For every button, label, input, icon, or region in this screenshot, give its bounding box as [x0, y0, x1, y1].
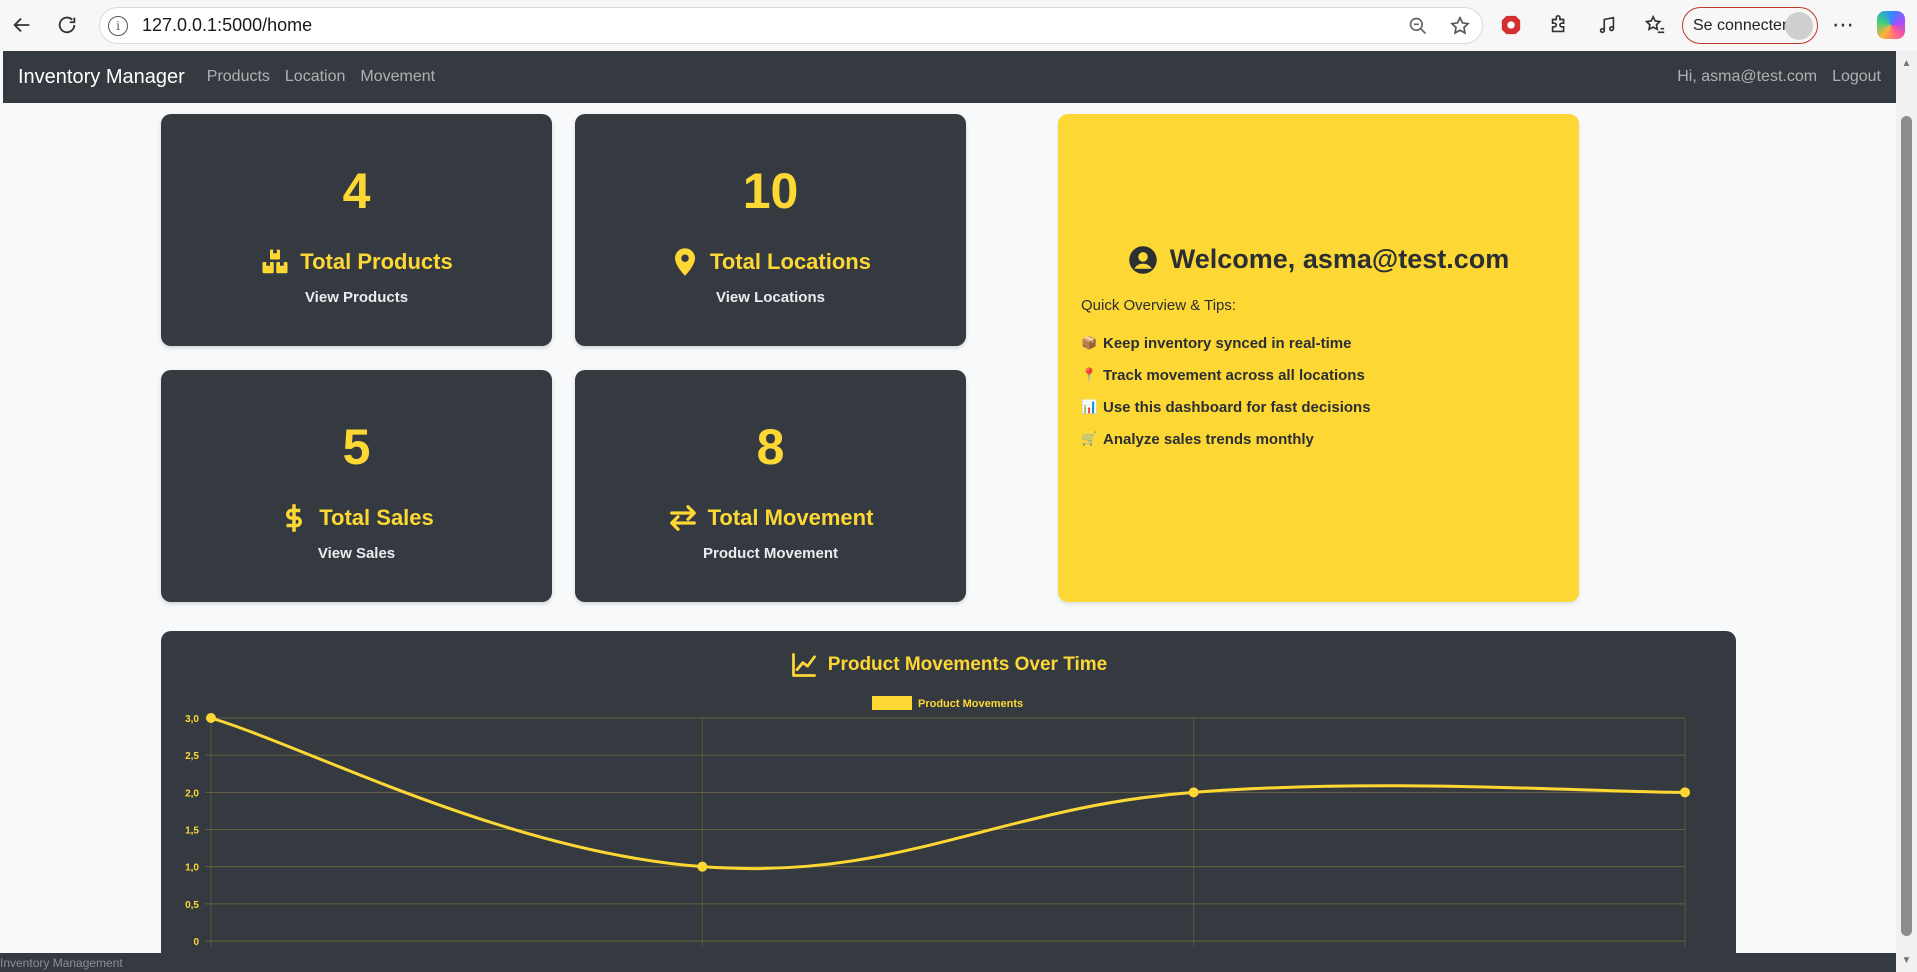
- tip-item: 📍 Track movement across all locations: [1081, 359, 1371, 391]
- more-options-icon[interactable]: ⋯: [1832, 12, 1855, 38]
- tip-item: 📊 Use this dashboard for fast decisions: [1081, 391, 1371, 423]
- data-point: [1188, 787, 1199, 798]
- scroll-up-icon[interactable]: ▲: [1901, 59, 1912, 69]
- nav-link-products[interactable]: Products: [207, 68, 270, 86]
- y-tick-label: 1,0: [185, 863, 199, 874]
- scroll-thumb[interactable]: [1901, 116, 1912, 936]
- tip-item: 📦 Keep inventory synced in real-time: [1081, 327, 1371, 359]
- tip-text: Use this dashboard for fast decisions: [1103, 398, 1371, 416]
- boxes-icon: [262, 249, 288, 274]
- logout-link[interactable]: Logout: [1832, 68, 1881, 86]
- browser-toolbar: i 127.0.0.1:5000/home Se connecter ⋯: [0, 0, 1917, 51]
- favorites-list-icon[interactable]: [1642, 12, 1668, 38]
- series-line: [210, 716, 1686, 871]
- address-bar[interactable]: i 127.0.0.1:5000/home: [99, 7, 1483, 44]
- bar-chart-icon: 📊: [1081, 399, 1098, 414]
- locations-count: 10: [742, 163, 799, 219]
- welcome-title: Welcome, asma@test.com: [1169, 244, 1510, 274]
- legend-swatch: [872, 696, 912, 710]
- cart-icon: 🛒: [1081, 431, 1098, 446]
- card-total-products[interactable]: 4 Total Products View Products: [161, 114, 552, 346]
- tip-item: 🛒 Analyze sales trends monthly: [1081, 423, 1371, 455]
- signin-button[interactable]: Se connecter: [1682, 7, 1818, 44]
- y-tick-label: 2,5: [185, 751, 199, 762]
- extensions-puzzle-icon[interactable]: [1546, 12, 1572, 38]
- tip-text: Analyze sales trends monthly: [1103, 430, 1314, 448]
- card-title: Total Movement: [707, 505, 874, 530]
- adblock-extension-icon[interactable]: [1498, 12, 1524, 38]
- url-text[interactable]: 127.0.0.1:5000/home: [142, 15, 312, 36]
- y-tick-label: 0: [193, 937, 199, 948]
- tips-list: 📦 Keep inventory synced in real-time 📍 Tra…: [1081, 327, 1371, 455]
- scroll-down-icon[interactable]: ▼: [1901, 956, 1912, 966]
- tip-text: Keep inventory synced in real-time: [1103, 334, 1352, 352]
- zoom-out-icon[interactable]: [1406, 14, 1430, 38]
- legend-label: Product Movements: [918, 698, 1023, 710]
- card-total-movement[interactable]: 8 Total Movement Product Movement: [575, 370, 966, 602]
- card-title: Total Products: [300, 249, 453, 274]
- footer-text: Inventory Management: [0, 956, 123, 970]
- package-icon: 📦: [1081, 335, 1098, 350]
- view-products-link[interactable]: View Products: [161, 289, 552, 306]
- sales-count: 5: [342, 419, 371, 475]
- movement-count: 8: [756, 419, 785, 475]
- tip-text: Track movement across all locations: [1103, 366, 1365, 384]
- signin-label: Se connecter: [1693, 16, 1788, 34]
- data-point: [697, 861, 708, 872]
- page-scrollbar[interactable]: ▲ ▼: [1896, 51, 1917, 972]
- back-arrow-icon[interactable]: [5, 8, 39, 42]
- card-total-locations[interactable]: 10 Total Locations View Locations: [575, 114, 966, 346]
- pin-icon: 📍: [1081, 367, 1098, 382]
- profile-avatar-icon: [1785, 12, 1813, 40]
- site-info-icon[interactable]: i: [108, 15, 128, 36]
- products-count: 4: [342, 163, 371, 219]
- welcome-card: Welcome, asma@test.com Quick Overview & …: [1058, 114, 1579, 602]
- data-point: [1680, 787, 1690, 798]
- view-sales-link[interactable]: View Sales: [161, 545, 552, 562]
- arrows-exchange-icon: [669, 505, 696, 531]
- data-point: [206, 713, 216, 723]
- y-tick-label: 3,0: [185, 714, 199, 725]
- product-movement-link[interactable]: Product Movement: [575, 545, 966, 562]
- media-control-icon[interactable]: [1594, 12, 1620, 38]
- reload-icon[interactable]: [50, 8, 84, 42]
- page-footer: Inventory Management: [0, 953, 1896, 972]
- nav-link-location[interactable]: Location: [285, 68, 346, 86]
- map-pin-icon: [675, 248, 696, 276]
- copilot-icon[interactable]: [1877, 11, 1905, 39]
- favorite-star-icon[interactable]: [1448, 14, 1472, 38]
- card-total-sales[interactable]: 5 Total Sales View Sales: [161, 370, 552, 602]
- dollar-icon: [286, 504, 303, 532]
- y-tick-label: 2,0: [185, 788, 199, 799]
- brand-link[interactable]: Inventory Manager: [18, 66, 185, 89]
- movements-line-chart: Product Movements 0 0,5 1,0 1,5 2,0 2,5 3,0: [185, 696, 1690, 948]
- user-circle-icon: [1129, 245, 1157, 274]
- chart-card: Product Movements Over Time Product Move…: [161, 631, 1736, 972]
- app-navbar: Inventory Manager Products Location Move…: [3, 51, 1896, 103]
- y-tick-label: 1,5: [185, 826, 199, 837]
- nav-link-movement[interactable]: Movement: [360, 68, 435, 86]
- y-tick-label: 0,5: [185, 900, 199, 911]
- card-title: Total Locations: [710, 249, 871, 274]
- user-greeting: Hi, asma@test.com: [1677, 68, 1818, 85]
- view-locations-link[interactable]: View Locations: [575, 289, 966, 306]
- card-title: Total Sales: [319, 505, 434, 530]
- welcome-subtitle: Quick Overview & Tips:: [1081, 297, 1237, 314]
